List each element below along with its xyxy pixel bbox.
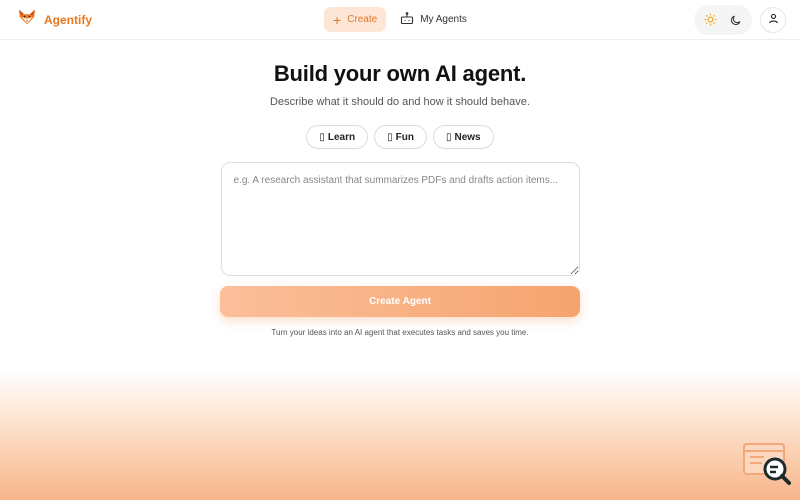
- brand-name: Agentify: [44, 12, 92, 27]
- theme-toggle: [694, 4, 752, 35]
- robot-icon: [400, 11, 414, 28]
- news-icon: ▯: [445, 131, 452, 143]
- main-nav: + Create My Agents: [324, 7, 471, 32]
- chip-learn[interactable]: ▯ Learn: [306, 125, 369, 149]
- plus-icon: +: [333, 11, 342, 28]
- page-subtitle: Describe what it should do and how it sh…: [270, 96, 530, 108]
- nav-my-agents-button[interactable]: My Agents: [396, 7, 471, 32]
- tagline: Turn your ideas into an AI agent that ex…: [271, 328, 529, 337]
- user-icon: [768, 11, 779, 29]
- moon-icon[interactable]: [728, 12, 744, 28]
- nav-create-label: Create: [347, 14, 378, 25]
- agent-description-input[interactable]: [220, 162, 580, 276]
- main-content: Build your own AI agent. Describe what i…: [0, 61, 800, 337]
- brand[interactable]: Agentify: [18, 8, 92, 31]
- category-chips: ▯ Learn ▯ Fun ▯ News: [0, 125, 800, 149]
- chip-news[interactable]: ▯ News: [432, 125, 494, 149]
- learn-icon: ▯: [319, 131, 325, 143]
- search-document-icon[interactable]: [742, 441, 792, 490]
- chip-label: Fun: [395, 131, 414, 143]
- bottom-gradient: [0, 370, 800, 500]
- chip-fun[interactable]: ▯ Fun: [374, 125, 427, 149]
- sun-icon[interactable]: [702, 12, 718, 28]
- profile-button[interactable]: [760, 6, 786, 33]
- nav-my-agents-label: My Agents: [420, 14, 467, 25]
- fox-logo-icon: [18, 8, 36, 31]
- header-actions: [694, 4, 786, 35]
- top-bar: Agentify + Create My Agents: [0, 0, 800, 40]
- chip-label: Learn: [327, 131, 356, 143]
- page-title: Build your own AI agent.: [273, 61, 527, 86]
- fun-icon: ▯: [387, 131, 393, 143]
- create-agent-button[interactable]: Create Agent: [220, 286, 580, 317]
- chip-label: News: [454, 131, 481, 143]
- nav-create-button[interactable]: + Create: [324, 7, 387, 32]
